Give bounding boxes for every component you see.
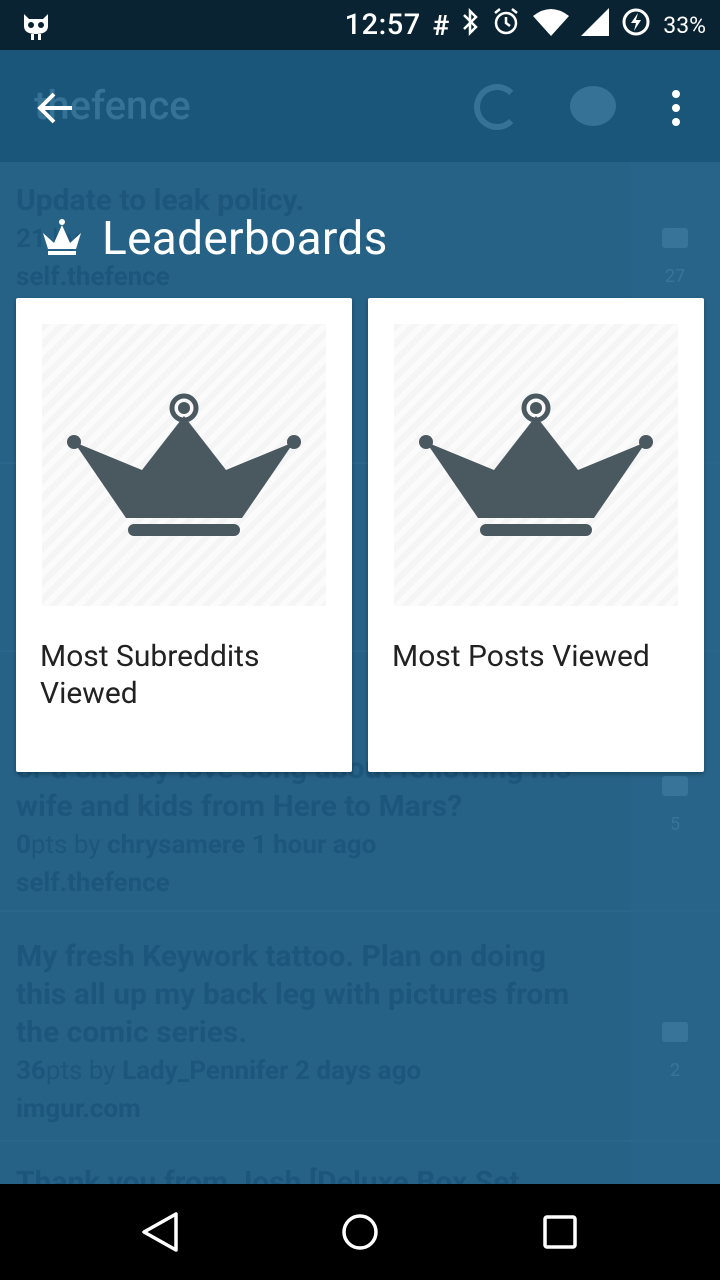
crown-icon xyxy=(67,393,301,536)
bluetooth-icon xyxy=(461,7,479,44)
battery-percent: 33% xyxy=(663,11,706,39)
recents-nav-icon[interactable] xyxy=(534,1206,586,1258)
overflow-menu-icon[interactable] xyxy=(664,88,688,128)
leaderboard-card-most-posts[interactable]: Most Posts Viewed xyxy=(368,298,704,772)
leaderboards-title: Leaderboards xyxy=(102,212,388,266)
alarm-icon xyxy=(491,7,521,44)
back-arrow-icon[interactable] xyxy=(36,88,76,128)
status-bar: 12:57 # 33% xyxy=(0,0,720,50)
cell-signal-icon xyxy=(581,7,610,43)
crown-icon xyxy=(419,393,653,536)
cyanogen-mod-icon xyxy=(22,10,50,46)
navigation-bar xyxy=(0,1184,720,1280)
hash-icon: # xyxy=(432,8,450,42)
home-nav-icon[interactable] xyxy=(334,1206,386,1258)
leaderboards-header: Leaderboards xyxy=(40,212,388,266)
crown-icon xyxy=(40,217,84,261)
clock: 12:57 xyxy=(344,8,421,42)
leaderboard-card-most-subreddits[interactable]: Most Subreddits Viewed xyxy=(16,298,352,772)
card-image xyxy=(42,324,326,606)
card-image xyxy=(394,324,678,606)
wifi-icon xyxy=(533,8,570,43)
card-label: Most Posts Viewed xyxy=(392,639,650,674)
battery-charging-icon xyxy=(621,7,651,44)
back-nav-icon[interactable] xyxy=(134,1206,186,1258)
card-label: Most Subreddits Viewed xyxy=(40,639,260,711)
